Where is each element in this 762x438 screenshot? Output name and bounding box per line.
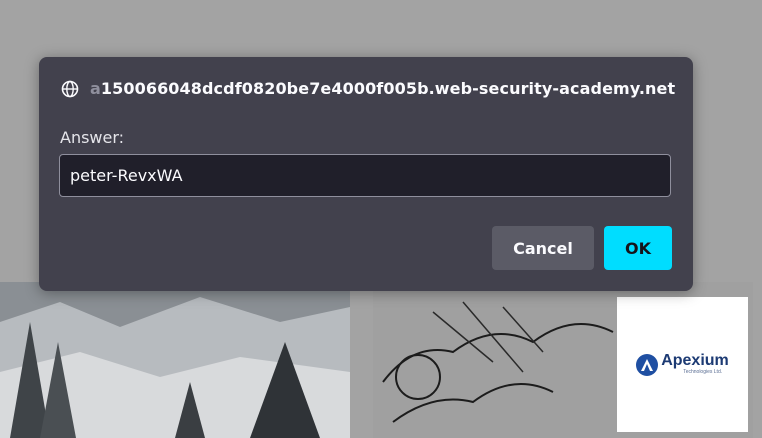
prompt-dialog: a150066048dcdf0820be7e4000f005b.web-secu… [39, 57, 693, 291]
origin-host-prefix: a [90, 79, 101, 98]
answer-input[interactable] [59, 154, 671, 197]
sponsor-logo-card: Apexium Technologies Ltd. [617, 297, 748, 432]
origin-host: a150066048dcdf0820be7e4000f005b.web-secu… [90, 79, 675, 98]
origin-host-main: 150066048dcdf0820be7e4000f005b.web-secur… [100, 79, 676, 98]
dialog-header: a150066048dcdf0820be7e4000f005b.web-secu… [61, 79, 675, 98]
logo-text: Apexium [661, 352, 729, 369]
ok-button[interactable]: OK [604, 226, 672, 270]
landscape-illustration [0, 282, 350, 438]
logo-subtext: Technologies Ltd. [683, 369, 723, 375]
cancel-button[interactable]: Cancel [492, 226, 594, 270]
answer-label: Answer: [60, 128, 125, 147]
blog-image-landscape[interactable] [0, 282, 350, 438]
globe-icon [61, 80, 79, 97]
sponsor-logo: Apexium Technologies Ltd. [636, 353, 729, 376]
apexium-logo-icon [636, 353, 659, 376]
